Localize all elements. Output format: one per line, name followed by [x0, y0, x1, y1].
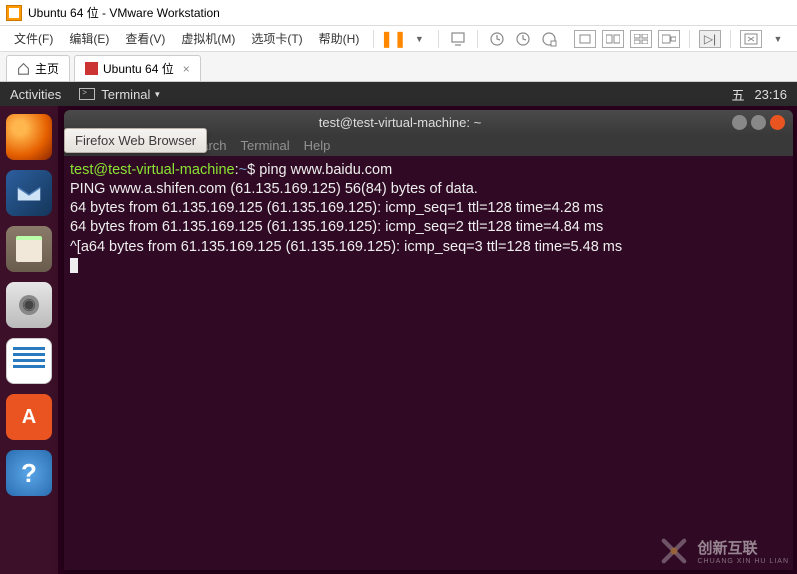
window-maximize-button[interactable]: [751, 115, 766, 130]
panel-time[interactable]: 23:16: [754, 87, 787, 102]
ubuntu-top-panel: Activities Terminal ▼ 五 23:16: [0, 82, 797, 106]
view-unity-button[interactable]: [630, 30, 652, 48]
panel-weekday[interactable]: 五: [731, 85, 744, 104]
console-view-icon: [662, 34, 676, 44]
terminal-window: test@test-virtual-machine: ~ File Edit V…: [64, 110, 793, 570]
snapshot-manager-button[interactable]: [538, 28, 560, 50]
firefox-tooltip: Firefox Web Browser: [64, 128, 207, 153]
menu-file[interactable]: 文件(F): [6, 30, 61, 47]
stretch-dropdown[interactable]: ▼: [767, 28, 789, 50]
view-quick-switch-button[interactable]: [602, 30, 624, 48]
unity-launcher: ?: [0, 106, 58, 574]
separator: [373, 30, 374, 48]
term-menu-terminal[interactable]: Terminal: [241, 138, 290, 153]
output-line-4: ^[a64 bytes from 61.135.169.125 (61.135.…: [70, 239, 622, 255]
enter-fullscreen-button[interactable]: ▷|: [699, 30, 721, 48]
monitor-icon: [450, 31, 466, 47]
tooltip-text: Firefox Web Browser: [75, 133, 196, 148]
app-menu-name[interactable]: Terminal: [101, 87, 150, 102]
prompt-dollar: $: [247, 162, 259, 178]
clock-icon: [489, 31, 505, 47]
tab-home[interactable]: 主页: [6, 55, 70, 81]
launcher-thunderbird[interactable]: [6, 170, 52, 216]
launcher-ubuntu-software[interactable]: [6, 394, 52, 440]
vmware-titlebar: Ubuntu 64 位 - VMware Workstation: [0, 0, 797, 26]
send-ctrl-alt-del-button[interactable]: [447, 28, 469, 50]
prompt-user: test@test-virtual-machine: [70, 162, 235, 178]
view-single-button[interactable]: [574, 30, 596, 48]
chevron-down-icon: ▼: [153, 90, 161, 99]
launcher-rhythmbox[interactable]: [6, 282, 52, 328]
tab-vm-label: Ubuntu 64 位: [103, 60, 174, 77]
separator: [438, 30, 439, 48]
vm-icon: [85, 62, 98, 75]
vm-display-area: ? test@test-virtual-machine: ~ File Edit…: [0, 106, 797, 574]
command-text: ping www.baidu.com: [259, 162, 392, 178]
stretch-guest-button[interactable]: [740, 30, 762, 48]
output-line-1: PING www.a.shifen.com (61.135.169.125) 5…: [70, 181, 478, 197]
terminal-app-icon: [79, 88, 95, 100]
tab-home-label: 主页: [35, 60, 59, 77]
clock-revert-icon: [515, 31, 531, 47]
window-minimize-button[interactable]: [732, 115, 747, 130]
menu-tabs[interactable]: 选项卡(T): [243, 30, 310, 47]
term-menu-help[interactable]: Help: [304, 138, 331, 153]
thunderbird-icon: [14, 178, 44, 208]
vmware-tabbar: 主页 Ubuntu 64 位 ×: [0, 52, 797, 82]
menu-view[interactable]: 查看(V): [117, 30, 173, 47]
view-console-button[interactable]: [658, 30, 680, 48]
unity-view-icon: [634, 34, 648, 44]
output-line-3: 64 bytes from 61.135.169.125 (61.135.169…: [70, 219, 603, 235]
tab-ubuntu-vm[interactable]: Ubuntu 64 位 ×: [74, 55, 201, 81]
home-icon: [17, 62, 30, 75]
separator: [689, 30, 690, 48]
vmware-title: Ubuntu 64 位 - VMware Workstation: [28, 4, 220, 21]
clock-manage-icon: [541, 31, 557, 47]
terminal-body[interactable]: test@test-virtual-machine:~$ ping www.ba…: [64, 156, 793, 278]
launcher-libreoffice-writer[interactable]: [6, 338, 52, 384]
terminal-cursor: [70, 258, 78, 273]
vmware-icon: [6, 5, 22, 21]
dropdown-button[interactable]: ▼: [408, 28, 430, 50]
launcher-firefox[interactable]: [6, 114, 52, 160]
fullscreen-icon: ▷|: [704, 32, 716, 46]
stretch-icon: [744, 33, 758, 45]
quick-switch-icon: [606, 34, 620, 44]
launcher-help[interactable]: ?: [6, 450, 52, 496]
prompt-path: ~: [239, 162, 247, 178]
activities-button[interactable]: Activities: [10, 87, 61, 102]
window-close-button[interactable]: [770, 115, 785, 130]
separator: [477, 30, 478, 48]
snapshot-button[interactable]: [486, 28, 508, 50]
pause-button[interactable]: ❚❚: [382, 28, 404, 50]
menu-edit[interactable]: 编辑(E): [61, 30, 117, 47]
menu-help[interactable]: 帮助(H): [311, 30, 368, 47]
output-line-2: 64 bytes from 61.135.169.125 (61.135.169…: [70, 200, 603, 216]
launcher-files[interactable]: [6, 226, 52, 272]
separator: [730, 30, 731, 48]
vmware-menubar: 文件(F) 编辑(E) 查看(V) 虚拟机(M) 选项卡(T) 帮助(H) ❚❚…: [0, 26, 797, 52]
menu-vm[interactable]: 虚拟机(M): [173, 30, 243, 47]
snapshot-revert-button[interactable]: [512, 28, 534, 50]
tab-close-button[interactable]: ×: [183, 62, 190, 76]
single-window-icon: [579, 34, 591, 44]
